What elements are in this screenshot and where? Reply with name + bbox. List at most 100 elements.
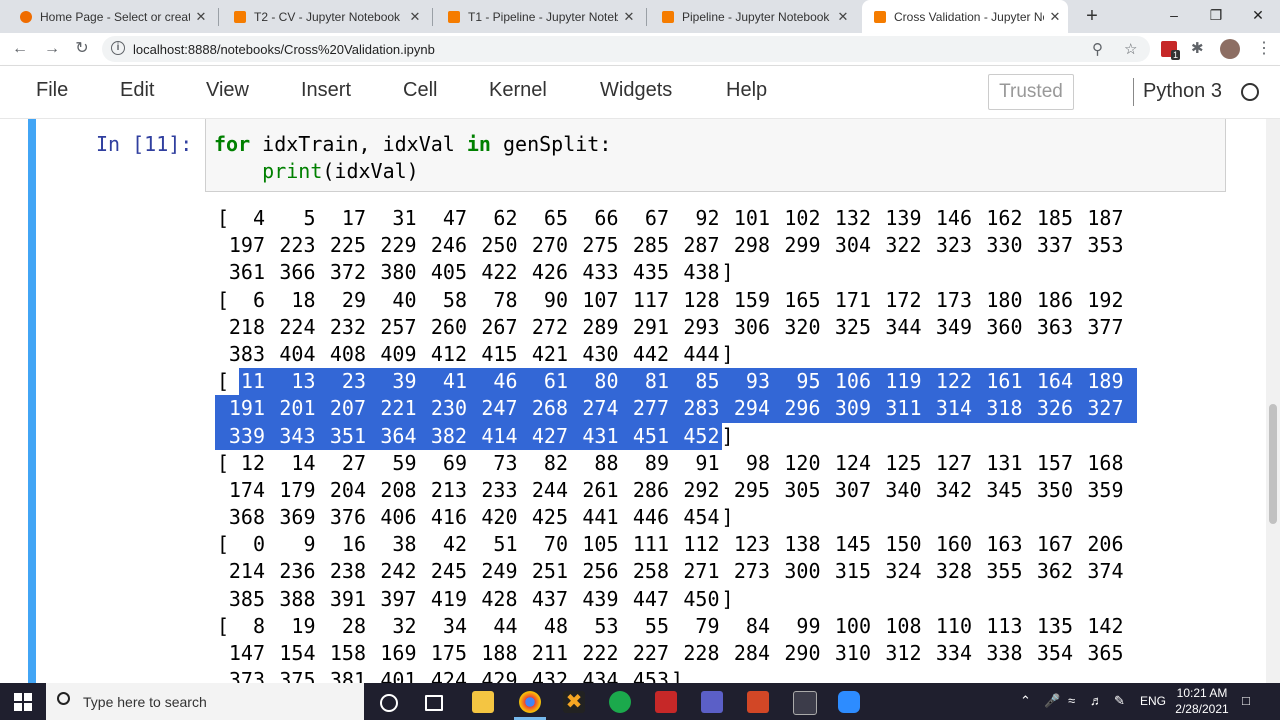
output-number: 119 — [885, 369, 922, 394]
tab-close-icon[interactable]: ✕ — [408, 9, 422, 25]
avatar[interactable] — [1220, 39, 1240, 59]
taskbar-search-placeholder: Type here to search — [83, 694, 207, 710]
network-icon[interactable]: ≈ — [1068, 693, 1075, 708]
output-number: 100 — [834, 613, 871, 638]
browser-tab[interactable]: Cross Validation - Jupyter Note ✕ — [862, 0, 1068, 33]
pen-icon[interactable]: ✎ — [1114, 693, 1125, 709]
taskbar-search[interactable]: Type here to search — [46, 683, 364, 720]
maximize-button[interactable]: ❐ — [1194, 0, 1238, 30]
output-number: 324 — [885, 559, 922, 584]
output-number: 38 — [392, 532, 417, 557]
menu-widgets[interactable]: Widgets — [600, 79, 672, 102]
output-number: 4 — [252, 206, 265, 230]
task-view-icon[interactable] — [425, 695, 443, 711]
output-number: 214 — [228, 559, 265, 584]
tab-close-icon[interactable]: ✕ — [1048, 9, 1062, 25]
browser-tab-strip: Home Page - Select or create a✕T2 - CV -… — [0, 0, 1280, 33]
output-number: 310 — [834, 641, 871, 665]
output-number: 330 — [986, 233, 1023, 258]
zoom-app-icon[interactable] — [838, 691, 860, 713]
back-icon[interactable]: ← — [8, 37, 32, 61]
windows-start-icon[interactable] — [14, 693, 32, 711]
language-indicator[interactable]: ENG — [1140, 694, 1166, 708]
output-number: 277 — [632, 396, 669, 421]
app-x-icon[interactable]: ✖ — [563, 691, 585, 713]
minimize-button[interactable]: – — [1152, 0, 1196, 30]
output-number: 135 — [1036, 613, 1073, 638]
url-omnibox[interactable]: i localhost:8888/notebooks/Cross%20Valid… — [102, 36, 1150, 62]
forward-icon[interactable]: → — [40, 37, 64, 61]
tab-close-icon[interactable]: ✕ — [836, 9, 850, 25]
output-number: 31 — [392, 206, 417, 230]
browser-tab[interactable]: T2 - CV - Jupyter Notebook ✕ — [222, 0, 428, 33]
scrollbar-thumb[interactable] — [1269, 404, 1277, 524]
cortana-icon[interactable] — [380, 694, 398, 712]
powerpoint-icon[interactable] — [747, 691, 769, 713]
output-number: 46 — [493, 369, 518, 394]
output-number: 437 — [531, 586, 568, 611]
output-number: 40 — [392, 287, 417, 312]
tab-close-icon[interactable]: ✕ — [194, 9, 208, 25]
output-number: 192 — [1087, 287, 1124, 312]
output-number: 250 — [481, 233, 518, 258]
microphone-icon[interactable]: 🎤 — [1044, 693, 1060, 709]
close-window-button[interactable]: ✕ — [1236, 0, 1280, 30]
output-number: 201 — [279, 396, 316, 421]
volume-icon[interactable]: ♬ — [1090, 693, 1103, 708]
kernel-name[interactable]: Python 3 — [1143, 80, 1222, 103]
site-info-icon[interactable]: i — [111, 41, 125, 55]
output-number: 174 — [228, 477, 265, 502]
new-tab-button[interactable]: + — [1080, 4, 1104, 28]
output-number: 180 — [986, 287, 1023, 312]
bookmark-star-icon[interactable]: ☆ — [1124, 40, 1137, 58]
taskbar-clock[interactable]: 10:21 AM 2/28/2021 — [1174, 685, 1230, 717]
menu-cell[interactable]: Cell — [403, 79, 437, 102]
output-number: 146 — [935, 206, 972, 230]
trusted-indicator[interactable]: Trusted — [988, 74, 1074, 110]
output-number: 19 — [291, 613, 316, 638]
menu-insert[interactable]: Insert — [301, 79, 351, 102]
notifications-icon[interactable]: □ — [1242, 693, 1250, 708]
browser-tab[interactable]: Pipeline - Jupyter Notebook ✕ — [650, 0, 856, 33]
output-number: 246 — [430, 233, 467, 258]
file-explorer-icon[interactable] — [472, 691, 494, 713]
output-number: 98 — [745, 450, 770, 475]
output-number: 8 — [252, 613, 265, 638]
red-app-icon[interactable] — [655, 691, 677, 713]
output-number: 295 — [733, 477, 770, 502]
output-number: 108 — [885, 613, 922, 638]
green-app-icon[interactable] — [609, 691, 631, 713]
tray-chevron-icon[interactable]: ⌃ — [1020, 693, 1031, 709]
output-number: 419 — [430, 586, 467, 611]
chrome-icon[interactable] — [519, 691, 541, 713]
menu-kernel[interactable]: Kernel — [489, 79, 547, 102]
menu-help[interactable]: Help — [726, 79, 767, 102]
output-number: 224 — [279, 314, 316, 339]
output-number: 81 — [644, 369, 669, 394]
output-number: 17 — [341, 206, 366, 230]
output-number: 230 — [430, 396, 467, 421]
window-app-icon[interactable] — [793, 691, 817, 715]
reload-icon[interactable]: ↻ — [70, 37, 94, 61]
output-number: 11 — [240, 369, 265, 394]
tab-close-icon[interactable]: ✕ — [622, 9, 636, 25]
extension-icon[interactable]: 1 — [1161, 41, 1180, 60]
teams-icon[interactable] — [701, 691, 723, 713]
vertical-scrollbar[interactable] — [1266, 119, 1280, 683]
input-prompt: In [11]: — [96, 132, 193, 156]
menu-dots-icon[interactable]: ⋮ — [1256, 38, 1272, 58]
browser-tab[interactable]: Home Page - Select or create a ✕ — [8, 0, 214, 33]
output-number: 258 — [632, 559, 669, 584]
menu-file[interactable]: File — [36, 79, 68, 102]
menu-view[interactable]: View — [206, 79, 249, 102]
output-number: 268 — [531, 396, 568, 421]
puzzle-icon[interactable]: ✱ — [1191, 41, 1207, 57]
zoom-icon[interactable]: ⚲ — [1092, 40, 1103, 58]
output-number: 89 — [644, 450, 669, 475]
output-number: 322 — [885, 233, 922, 258]
output-number: 158 — [329, 641, 366, 665]
browser-tab[interactable]: T1 - Pipeline - Jupyter Noteboo ✕ — [436, 0, 642, 33]
menu-edit[interactable]: Edit — [120, 79, 154, 102]
output-number: 208 — [380, 477, 417, 502]
output-number: 236 — [279, 559, 316, 584]
